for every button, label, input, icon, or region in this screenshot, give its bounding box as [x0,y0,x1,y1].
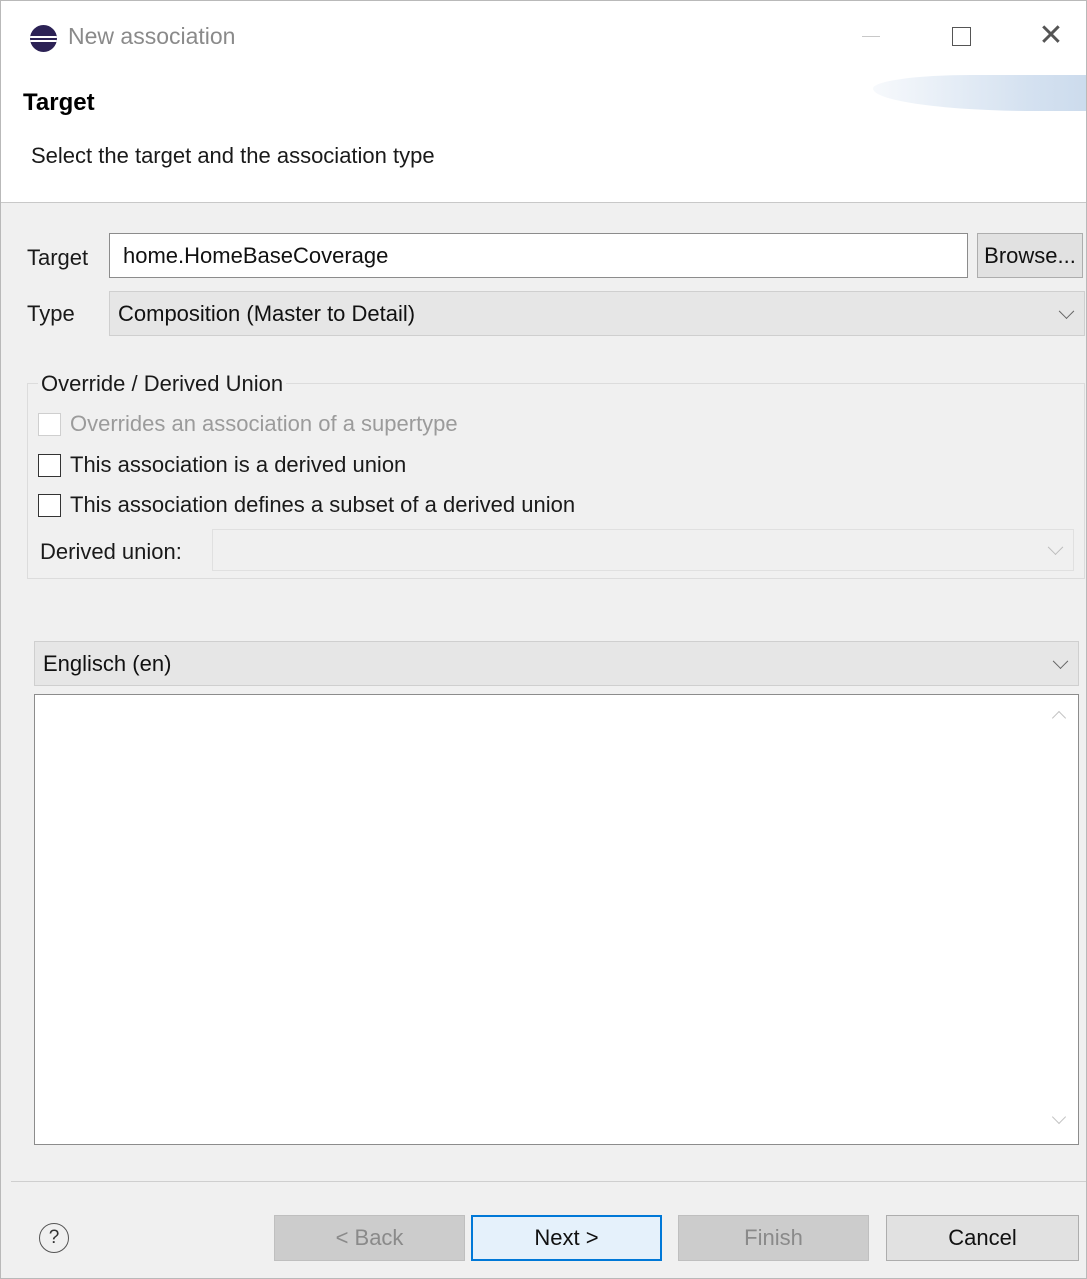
wizard-header: Target Select the target and the associa… [1,75,1086,203]
page-description: Select the target and the association ty… [31,143,435,168]
page-title: Target [23,89,95,116]
description-textarea[interactable] [34,694,1079,1145]
finish-button[interactable]: Finish [678,1215,869,1261]
title-bar[interactable]: New association ✕ [1,1,1086,75]
language-select-value: Englisch (en) [43,650,172,676]
maximize-icon [951,26,971,46]
close-icon: ✕ [1038,19,1064,52]
checkbox-box[interactable] [38,453,61,477]
chevron-down-icon [1047,539,1064,556]
scroll-up-icon[interactable] [1051,710,1067,726]
window-title: New association [68,23,236,49]
header-decoration [873,75,1086,111]
scroll-down-icon[interactable] [1051,1109,1067,1125]
derived-union-checkbox[interactable]: This association is a derived union [38,452,406,478]
override-group-legend: Override / Derived Union [38,371,287,397]
minimize-button[interactable] [841,11,901,61]
footer-divider [11,1181,1086,1182]
minimize-icon [862,35,880,37]
chevron-down-icon [1052,652,1069,669]
help-button[interactable]: ? [39,1223,69,1253]
checkbox-box[interactable] [38,493,61,517]
dialog-window: New association ✕ Target Select the targ… [0,0,1087,1279]
chevron-down-icon [1058,302,1075,319]
target-label: Target [27,245,89,270]
cancel-button[interactable]: Cancel [886,1215,1079,1261]
subset-checkbox-label: This association defines a subset of a d… [70,492,576,517]
language-select[interactable]: Englisch (en) [34,641,1079,686]
target-input[interactable]: home.HomeBaseCoverage [109,233,968,278]
close-button[interactable]: ✕ [1021,11,1081,61]
derived-union-label: Derived union: [40,539,182,564]
type-label: Type [27,301,75,326]
checkbox-box[interactable] [38,412,61,436]
overrides-checkbox-label: Overrides an association of a supertype [70,411,458,436]
maximize-button[interactable] [931,11,991,61]
type-select-value: Composition (Master to Detail) [118,300,416,326]
derived-union-checkbox-label: This association is a derived union [70,452,407,477]
eclipse-icon [30,25,57,52]
derived-union-select[interactable] [212,529,1074,571]
next-button[interactable]: Next > [471,1215,662,1261]
help-icon: ? [48,1227,60,1248]
browse-button[interactable]: Browse... [977,233,1083,278]
subset-checkbox[interactable]: This association defines a subset of a d… [38,492,575,518]
target-input-value: home.HomeBaseCoverage [123,242,389,268]
overrides-checkbox[interactable]: Overrides an association of a supertype [38,411,458,437]
back-button[interactable]: < Back [274,1215,465,1261]
type-select[interactable]: Composition (Master to Detail) [109,291,1085,336]
